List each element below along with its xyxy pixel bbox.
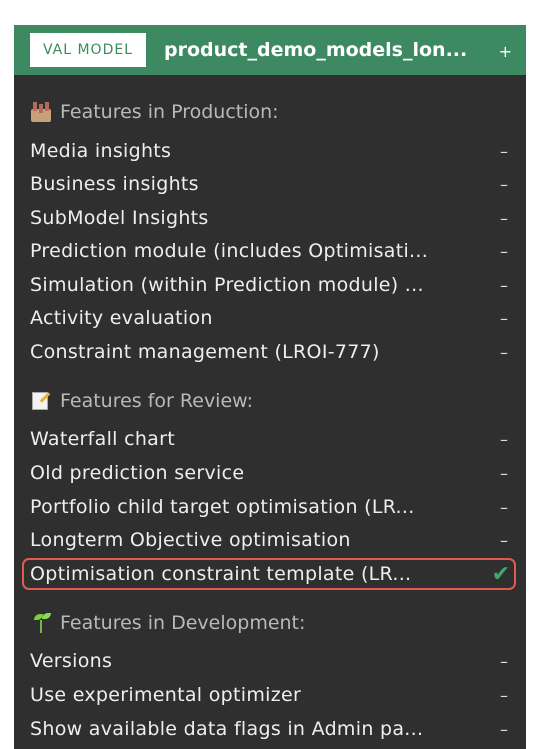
factory-icon <box>30 101 52 123</box>
feature-status[interactable]: – <box>500 209 512 228</box>
section-header-production: Features in Production: <box>30 97 279 127</box>
feature-label: Simulation (within Prediction module) ..… <box>30 274 424 296</box>
feature-status[interactable]: – <box>500 464 512 483</box>
feature-label: Use experimental optimizer <box>30 684 302 706</box>
feature-status[interactable]: – <box>500 142 512 161</box>
feature-status[interactable]: – <box>500 686 512 705</box>
panel-header: VAL MODEL product_demo_models_lon... + <box>14 25 526 75</box>
add-button[interactable]: + <box>499 25 512 79</box>
feature-row-portfolio-child-target[interactable]: Portfolio child target optimisation (LR.… <box>30 492 512 522</box>
model-title[interactable]: product_demo_models_lon... <box>164 25 467 75</box>
feature-status[interactable]: – <box>500 343 512 362</box>
feature-row-old-prediction-service[interactable]: Old prediction service – <box>30 458 512 488</box>
feature-label: Waterfall chart <box>30 428 175 450</box>
sprout-icon <box>30 612 52 634</box>
section-header-development: Features in Development: <box>30 608 305 638</box>
feature-row-activity-evaluation[interactable]: Activity evaluation – <box>30 303 512 333</box>
feature-label: Media insights <box>30 140 172 162</box>
feature-row-submodel-insights[interactable]: SubModel Insights – <box>30 203 512 233</box>
feature-label: Old prediction service <box>30 462 245 484</box>
feature-label: SubModel Insights <box>30 207 209 229</box>
feature-status[interactable]: – <box>500 531 512 550</box>
feature-label: Optimisation constraint template (LR... <box>30 563 412 585</box>
feature-row-constraint-management[interactable]: Constraint management (LROI-777) – <box>30 337 512 367</box>
model-type-badge: VAL MODEL <box>30 33 146 67</box>
feature-row-versions[interactable]: Versions – <box>30 646 512 676</box>
feature-status[interactable]: – <box>500 175 512 194</box>
memo-icon <box>30 390 52 412</box>
feature-flags-panel: VAL MODEL product_demo_models_lon... + F… <box>14 25 526 749</box>
feature-status[interactable]: – <box>500 309 512 328</box>
feature-row-media-insights[interactable]: Media insights – <box>30 136 512 166</box>
feature-row-simulation[interactable]: Simulation (within Prediction module) ..… <box>30 270 512 300</box>
section-header-review: Features for Review: <box>30 386 253 416</box>
feature-status[interactable]: – <box>500 498 512 517</box>
feature-status[interactable]: – <box>500 430 512 449</box>
feature-row-waterfall-chart[interactable]: Waterfall chart – <box>30 424 512 454</box>
feature-row-experimental-optimizer[interactable]: Use experimental optimizer – <box>30 680 512 710</box>
feature-status[interactable]: – <box>500 720 512 739</box>
feature-row-optimisation-constraint-template[interactable]: Optimisation constraint template (LR... … <box>22 558 516 590</box>
section-title: Features in Development: <box>60 612 306 634</box>
check-icon[interactable]: ✔ <box>492 562 514 587</box>
feature-label: Activity evaluation <box>30 307 213 329</box>
feature-label: Show available data flags in Admin pa... <box>30 718 424 740</box>
section-title: Features for Review: <box>60 390 254 412</box>
feature-row-longterm-objective[interactable]: Longterm Objective optimisation – <box>30 525 512 555</box>
feature-status[interactable]: – <box>500 652 512 671</box>
feature-row-business-insights[interactable]: Business insights – <box>30 169 512 199</box>
feature-row-data-flags[interactable]: Show available data flags in Admin pa...… <box>30 714 512 744</box>
feature-label: Prediction module (includes Optimisati..… <box>30 240 429 262</box>
feature-row-prediction-module[interactable]: Prediction module (includes Optimisati..… <box>30 236 512 266</box>
feature-label: Constraint management (LROI-777) <box>30 341 380 363</box>
section-title: Features in Production: <box>60 101 279 123</box>
feature-status[interactable]: – <box>500 276 512 295</box>
feature-label: Portfolio child target optimisation (LR.… <box>30 496 415 518</box>
feature-status[interactable]: – <box>500 242 512 261</box>
feature-label: Business insights <box>30 173 199 195</box>
feature-label: Longterm Objective optimisation <box>30 529 351 551</box>
feature-label: Versions <box>30 650 113 672</box>
